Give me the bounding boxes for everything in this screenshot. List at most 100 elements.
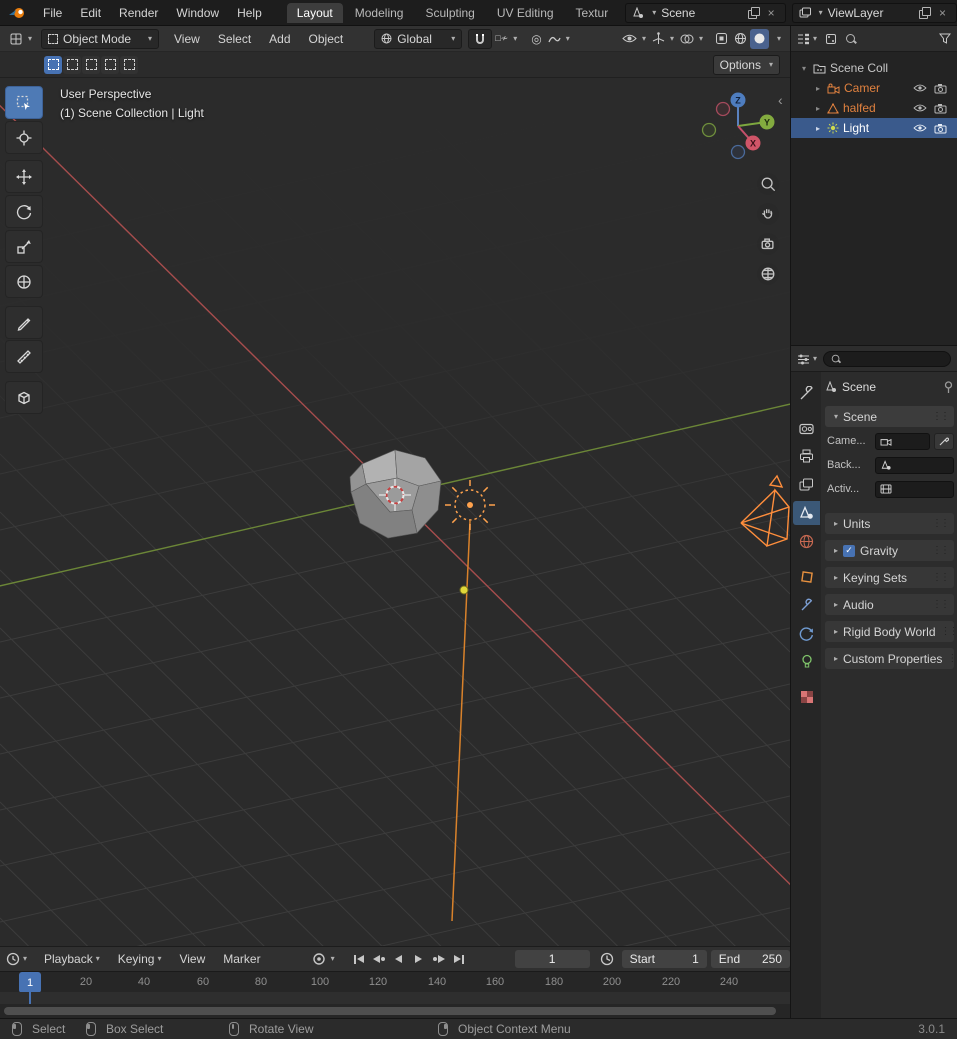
gizmo-neg-y[interactable] <box>703 124 716 137</box>
menu-help[interactable]: Help <box>228 6 271 20</box>
timeline-track[interactable] <box>0 992 790 1004</box>
tab-tool[interactable] <box>793 381 820 405</box>
disable-render-icon[interactable] <box>934 103 947 114</box>
tab-modifiers[interactable] <box>793 593 820 617</box>
frame-start-field[interactable]: Start 1 <box>622 950 707 968</box>
sidebar-collapse-icon[interactable]: ‹ <box>778 92 783 108</box>
camera-view-button[interactable] <box>757 233 779 255</box>
menu-playback[interactable]: Playback▾ <box>35 952 109 966</box>
menu-edit[interactable]: Edit <box>71 6 110 20</box>
shading-solid-button[interactable] <box>750 29 769 49</box>
outliner-editor-type-selector[interactable]: ▾ <box>797 33 817 45</box>
outliner-row-mesh[interactable]: ▸ halfed <box>791 98 957 118</box>
menu-window[interactable]: Window <box>167 6 228 20</box>
editor-type-selector[interactable]: ▾ <box>6 29 35 49</box>
auto-keying-toggle[interactable]: ▾ <box>312 952 335 966</box>
tab-object-data[interactable] <box>793 649 820 673</box>
light-handle-dot[interactable] <box>460 586 468 594</box>
timeline-scrollbar[interactable] <box>0 1004 790 1018</box>
panel-audio-header[interactable]: ▸ Audio ⋮⋮ <box>825 594 954 615</box>
panel-gravity-header[interactable]: ▸ ✓ Gravity ⋮⋮ <box>825 540 954 561</box>
menu-timeline-view[interactable]: View <box>170 952 214 966</box>
workspace-tab-texture[interactable]: Textur <box>566 3 619 23</box>
select-mode-set-button[interactable] <box>44 56 62 74</box>
menu-marker[interactable]: Marker <box>214 952 269 966</box>
select-mode-subtract-button[interactable] <box>82 56 100 74</box>
disclosure-icon[interactable]: ▸ <box>813 84 823 93</box>
menu-add[interactable]: Add <box>260 32 299 46</box>
outliner-row-camera[interactable]: ▸ Camer <box>791 78 957 98</box>
blender-logo-icon[interactable] <box>8 6 26 20</box>
panel-grip-icon[interactable]: ⋮⋮ <box>932 572 948 583</box>
pan-button[interactable] <box>757 203 779 225</box>
overlays-dropdown[interactable]: ▾ <box>677 29 706 49</box>
jump-to-start-button[interactable] <box>349 950 369 968</box>
timeline-ruler[interactable]: 20 40 60 80 100 120 140 160 180 200 220 … <box>0 971 790 992</box>
panel-grip-icon[interactable]: ⋮⋮ <box>932 599 948 610</box>
panel-grip-icon[interactable]: ⋮⋮ <box>947 653 957 664</box>
eyedropper-button[interactable] <box>934 433 954 450</box>
toggle-ortho-button[interactable] <box>757 263 779 285</box>
jump-to-end-button[interactable] <box>449 950 469 968</box>
select-mode-invert-button[interactable] <box>101 56 119 74</box>
menu-file[interactable]: File <box>34 6 71 20</box>
tab-render[interactable] <box>793 416 820 440</box>
play-button[interactable] <box>409 950 429 968</box>
new-viewlayer-icon[interactable] <box>919 7 930 18</box>
shading-dropdown[interactable]: ▾ <box>771 29 784 49</box>
hide-viewport-icon[interactable] <box>913 103 927 113</box>
camera-field[interactable] <box>875 433 930 450</box>
active-clip-field[interactable] <box>875 481 954 498</box>
tool-rotate[interactable] <box>5 195 43 228</box>
viewlayer-selector[interactable]: ▾ ViewLayer × <box>792 3 957 23</box>
disclosure-icon[interactable]: ▾ <box>799 64 809 73</box>
tab-texture[interactable] <box>793 685 820 709</box>
panel-grip-icon[interactable]: ⋮⋮ <box>932 545 948 556</box>
tool-annotate[interactable] <box>5 306 43 339</box>
gravity-checkbox[interactable]: ✓ <box>843 545 855 557</box>
viewport-3d[interactable]: User Perspective (1) Scene Collection | … <box>0 78 790 946</box>
navigation-gizmo[interactable]: Z Y X <box>700 86 776 162</box>
tool-scale[interactable] <box>5 230 43 263</box>
toggle-xray-button[interactable] <box>712 29 731 49</box>
object-type-visibility-dropdown[interactable]: ▾ <box>619 29 649 49</box>
panel-scene-header[interactable]: ▾ Scene ⋮⋮ <box>825 406 954 427</box>
new-scene-icon[interactable] <box>748 7 759 18</box>
transform-orientation-dropdown[interactable]: Global ▾ <box>374 29 462 49</box>
menu-render[interactable]: Render <box>110 6 167 20</box>
tool-measure[interactable] <box>5 340 43 373</box>
frame-end-field[interactable]: End 250 <box>711 950 790 968</box>
panel-grip-icon[interactable]: ⋮⋮ <box>932 411 948 422</box>
mode-dropdown[interactable]: Object Mode ▾ <box>41 29 159 49</box>
use-preview-range-icon[interactable] <box>600 952 614 966</box>
tab-object[interactable] <box>793 565 820 589</box>
menu-keying[interactable]: Keying▾ <box>109 952 171 966</box>
tool-select-box[interactable] <box>5 86 43 119</box>
panel-units-header[interactable]: ▸ Units ⋮⋮ <box>825 513 954 534</box>
menu-select[interactable]: Select <box>209 32 260 46</box>
pin-icon[interactable] <box>943 381 954 394</box>
hide-viewport-icon[interactable] <box>913 123 927 133</box>
gizmos-dropdown[interactable]: ▾ <box>649 29 677 49</box>
properties-editor-type-selector[interactable]: ▾ <box>797 353 817 365</box>
shading-wireframe-button[interactable] <box>731 29 750 49</box>
proportional-editing-toggle[interactable]: ◎ <box>528 29 544 49</box>
disclosure-icon[interactable]: ▸ <box>813 104 823 113</box>
hide-viewport-icon[interactable] <box>913 83 927 93</box>
timeline-editor-type-selector[interactable]: ▾ <box>6 952 27 966</box>
disable-render-icon[interactable] <box>934 83 947 94</box>
tab-output[interactable] <box>793 444 820 468</box>
current-frame-field[interactable]: 1 <box>515 950 590 968</box>
panel-grip-icon[interactable]: ⋮⋮ <box>941 626 957 637</box>
disable-render-icon[interactable] <box>934 123 947 134</box>
scene-selector[interactable]: ▾ Scene × <box>625 3 785 23</box>
outliner-row-scene-collection[interactable]: ▾ Scene Coll <box>791 58 957 78</box>
play-reverse-button[interactable] <box>389 950 409 968</box>
tab-scene[interactable] <box>793 501 820 525</box>
tool-move[interactable] <box>5 160 43 193</box>
proportional-falloff-dropdown[interactable]: ▾ <box>545 29 573 49</box>
options-dropdown[interactable]: Options ▾ <box>713 55 780 75</box>
background-scene-field[interactable] <box>875 457 954 474</box>
gizmo-neg-z[interactable] <box>732 146 745 159</box>
outliner-filter-icon[interactable] <box>939 33 951 44</box>
